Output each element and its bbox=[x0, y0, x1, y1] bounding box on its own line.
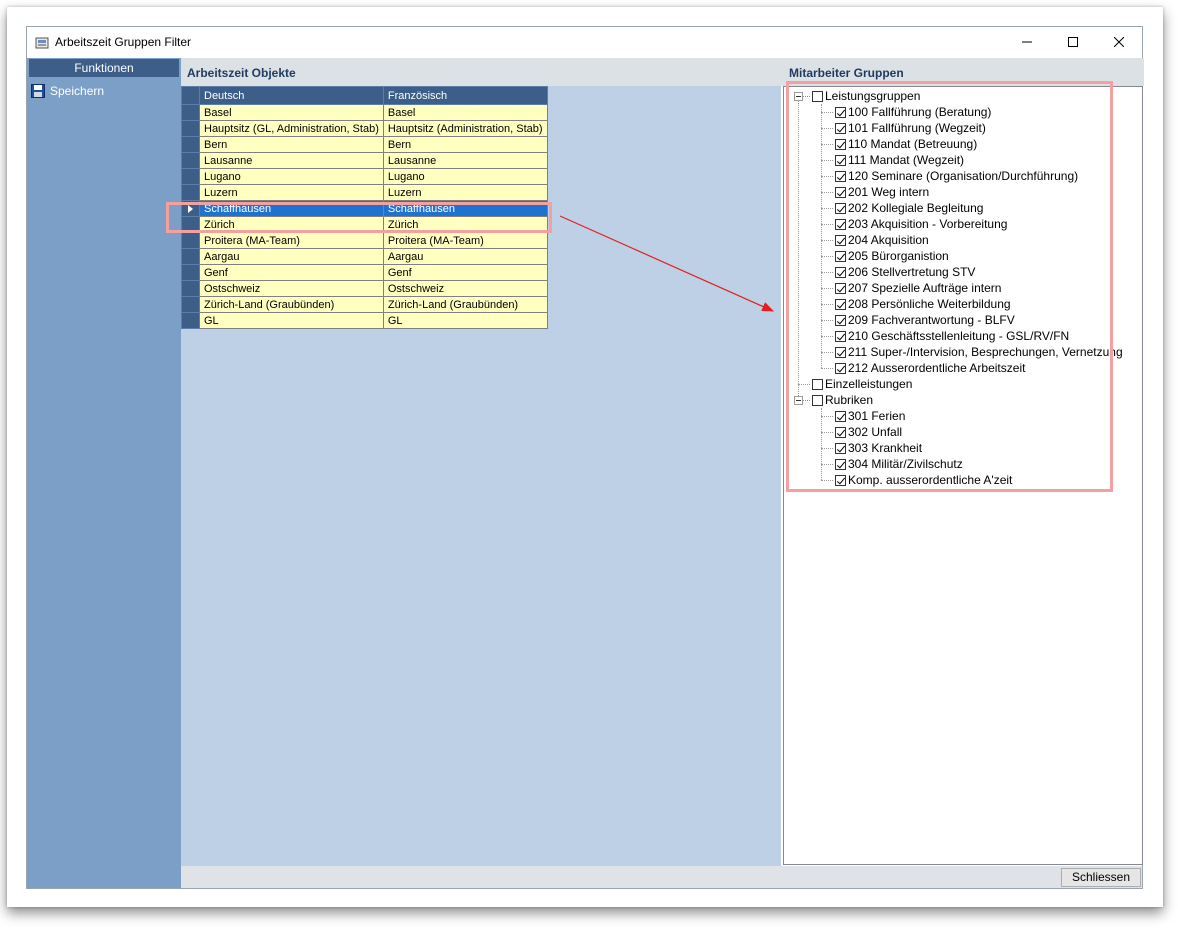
arrow-line bbox=[559, 215, 775, 312]
annotation-arrow bbox=[559, 215, 775, 312]
